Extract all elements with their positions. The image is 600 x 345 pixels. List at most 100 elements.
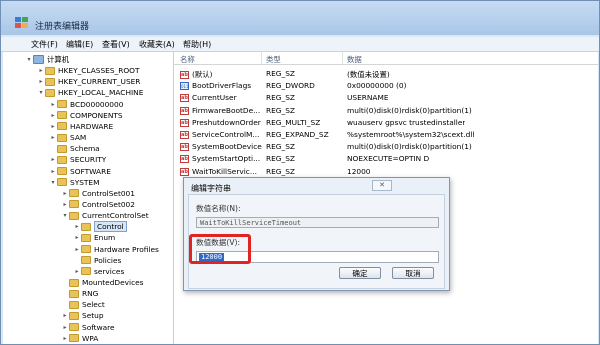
expand-arrow-icon[interactable]: ▸ <box>49 112 57 119</box>
tree-item[interactable]: Policies <box>73 255 121 266</box>
value-row[interactable]: ab SystemStartOpti... REG_SZ NOEXECUTE=OPT… <box>174 152 598 164</box>
column-divider[interactable] <box>342 52 343 64</box>
expand-arrow-icon[interactable]: ▸ <box>73 268 81 275</box>
column-type[interactable]: 类型 <box>266 54 281 65</box>
tree-item[interactable]: ▾ HKEY_LOCAL_MACHINE <box>37 87 143 98</box>
column-data[interactable]: 数据 <box>347 54 362 65</box>
expand-arrow-icon[interactable]: ▸ <box>61 190 69 197</box>
value-data: USERNAME <box>347 93 389 103</box>
tree-item[interactable]: Select <box>61 299 105 310</box>
expand-arrow-icon[interactable]: ▸ <box>37 78 45 85</box>
folder-icon <box>69 311 79 320</box>
value-row[interactable]: ab PreshutdownOrder REG_MULTI_SZ wuauserv g… <box>174 116 598 128</box>
folder-icon <box>69 278 79 287</box>
collapse-arrow-icon[interactable]: ▾ <box>37 89 45 96</box>
tree-item[interactable]: ▸ Hardware Profiles <box>73 244 158 255</box>
dialog-title: 编辑字符串 <box>191 184 231 193</box>
value-row[interactable]: ab ServiceControlM... REG_EXPAND_SZ %system… <box>174 128 598 140</box>
tree-item[interactable]: ▸ services <box>73 266 124 277</box>
tree-item[interactable]: ▸ Setup <box>61 310 103 321</box>
tree-item[interactable]: ▸ COMPONENTS <box>49 110 122 121</box>
value-name-field: WaitToKillServiceTimeout <box>196 217 439 228</box>
tree-item[interactable]: Schema <box>49 143 100 154</box>
title-bar: 注册表编辑器 <box>1 1 599 35</box>
tree-item[interactable]: ▾ 计算机 <box>25 54 69 65</box>
menu-edit[interactable]: 编辑(E) <box>66 39 93 50</box>
expand-arrow-icon[interactable]: ▸ <box>49 123 57 130</box>
expand-arrow-icon[interactable]: ▸ <box>37 67 45 74</box>
registry-tree[interactable]: ▾ 计算机 ▸ HKEY_CLASSES_ROOT ▸ HKEY_CURRENT_USER… <box>3 52 174 344</box>
folder-icon <box>45 88 55 97</box>
value-row[interactable]: ab CurrentUser REG_SZ USERNAME <box>174 91 598 103</box>
tree-item[interactable]: ▸ ControlSet002 <box>61 199 134 210</box>
expand-arrow-icon[interactable]: ▸ <box>61 335 69 342</box>
collapse-arrow-icon[interactable]: ▾ <box>49 179 57 186</box>
tree-item[interactable]: ▸ ControlSet001 <box>61 188 134 199</box>
expand-arrow-icon[interactable]: ▸ <box>61 324 69 331</box>
tree-item[interactable]: ▸ SOFTWARE <box>49 166 111 177</box>
menu-file[interactable]: 文件(F) <box>31 39 58 50</box>
tree-item[interactable]: ▸ Software <box>61 322 114 333</box>
folder-icon <box>69 189 79 198</box>
binary-value-icon: 011 <box>180 82 189 91</box>
expand-arrow-icon[interactable]: ▸ <box>49 134 57 141</box>
column-divider[interactable] <box>261 52 262 64</box>
value-name: BootDriverFlags <box>192 81 252 91</box>
value-type: REG_SZ <box>266 93 295 103</box>
tree-item[interactable]: ▸ HARDWARE <box>49 121 113 132</box>
expand-arrow-icon[interactable]: ▸ <box>73 246 81 253</box>
tree-item[interactable]: ▾ CurrentControlSet <box>61 210 149 221</box>
value-type: REG_MULTI_SZ <box>266 117 321 127</box>
value-data: multi(0)disk(0)rdisk(0)partition(1) <box>347 142 472 152</box>
value-data: wuauserv gpsvc trustedinstaller <box>347 117 466 127</box>
expand-arrow-icon[interactable]: ▸ <box>49 101 57 108</box>
tree-item[interactable]: MountedDevices <box>61 277 144 288</box>
menu-view[interactable]: 查看(V) <box>102 39 130 50</box>
tree-item[interactable]: ▸ HKEY_CURRENT_USER <box>37 76 140 87</box>
menu-favorites[interactable]: 收藏夹(A) <box>139 39 175 50</box>
tree-item[interactable]: ▸ SECURITY <box>49 154 106 165</box>
menu-help[interactable]: 帮助(H) <box>183 39 211 50</box>
tree-item-label: WPA <box>82 333 99 343</box>
collapse-arrow-icon[interactable]: ▾ <box>61 212 69 219</box>
value-row[interactable]: ab (默认) REG_SZ (数值未设置) <box>174 67 598 79</box>
expand-arrow-icon[interactable]: ▸ <box>49 156 57 163</box>
window-title: 注册表编辑器 <box>35 22 90 32</box>
cancel-button[interactable]: 取消 <box>392 267 434 279</box>
tree-item[interactable]: ▸ SAM <box>49 132 86 143</box>
tree-item-label: CurrentControlSet <box>82 211 149 221</box>
expand-arrow-icon[interactable]: ▸ <box>61 312 69 319</box>
column-name[interactable]: 名称 <box>180 54 195 65</box>
tree-item-label: RNG <box>82 289 99 299</box>
regedit-window: 注册表编辑器 文件(F) 编辑(E) 查看(V) 收藏夹(A) 帮助(H) ▾ 计… <box>0 0 600 345</box>
folder-icon <box>57 144 67 153</box>
value-row[interactable]: 011 BootDriverFlags REG_DWORD 0x00000000 (0… <box>174 79 598 91</box>
tree-item[interactable]: RNG <box>61 288 98 299</box>
value-row[interactable]: ab FirmwareBootDe... REG_SZ multi(0)disk(0)… <box>174 104 598 116</box>
expand-arrow-icon[interactable]: ▸ <box>73 234 81 241</box>
tree-item[interactable]: ▸ Control <box>73 221 127 233</box>
expand-arrow-icon[interactable]: ▸ <box>73 223 81 230</box>
tree-item-label: HKEY_CLASSES_ROOT <box>58 66 140 76</box>
value-row[interactable]: ab WaitToKillServic... REG_SZ 12000 <box>174 165 598 177</box>
tree-item[interactable]: ▸ Enum <box>73 232 115 243</box>
value-name: CurrentUser <box>192 93 237 103</box>
value-data: NOEXECUTE=OPTIN D <box>347 154 430 164</box>
close-icon[interactable]: ✕ <box>372 180 392 191</box>
value-row[interactable]: ab SystemBootDevice REG_SZ multi(0)disk(0)r… <box>174 140 598 152</box>
tree-item[interactable]: ▾ SYSTEM <box>49 177 99 188</box>
ok-button[interactable]: 确定 <box>339 267 381 279</box>
expand-arrow-icon[interactable]: ▸ <box>61 201 69 208</box>
expand-arrow-icon[interactable]: ▸ <box>49 168 57 175</box>
tree-item-label: SOFTWARE <box>70 166 111 176</box>
value-name: SystemStartOpti... <box>192 154 261 164</box>
tree-item[interactable]: ▸ WPA <box>61 333 98 344</box>
tree-item[interactable]: ▸ BCD00000000 <box>49 99 123 110</box>
folder-icon <box>69 211 79 220</box>
folder-icon <box>57 178 67 187</box>
collapse-arrow-icon[interactable]: ▾ <box>25 56 33 63</box>
value-data: 12000 <box>347 166 371 176</box>
tree-item[interactable]: ▸ HKEY_CLASSES_ROOT <box>37 65 140 76</box>
folder-icon <box>69 334 79 343</box>
value-type: REG_SZ <box>266 105 295 115</box>
